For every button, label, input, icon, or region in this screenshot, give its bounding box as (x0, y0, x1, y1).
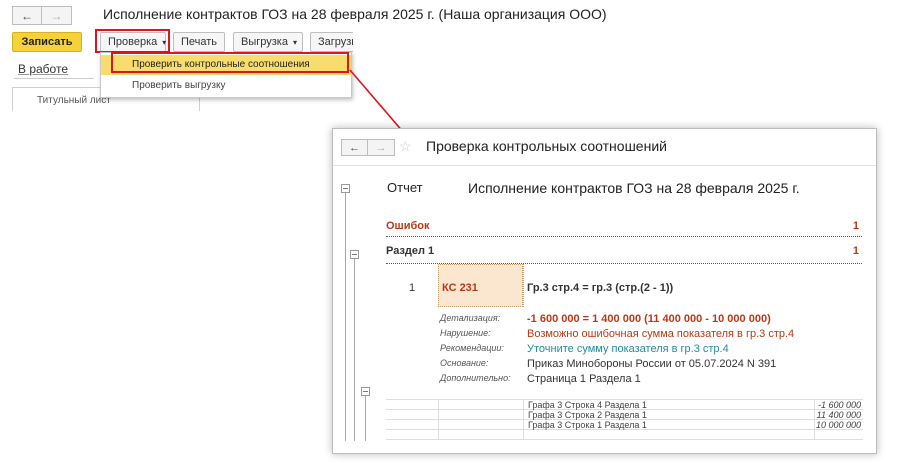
tree-line (365, 393, 366, 441)
divider (386, 236, 862, 237)
detail-value: Уточните сумму показателя в гр.3 стр.4 (527, 343, 729, 355)
row-number: 1 (409, 282, 416, 294)
errors-count: 1 (852, 220, 859, 232)
toolbar: Записать Проверка ▾ Печать Выгрузка ▾ Загр… (0, 32, 353, 52)
window-nav: ← → (341, 139, 395, 156)
detail-key: Детализация: (440, 313, 501, 323)
window-title: Проверка контрольных соотношений (426, 138, 667, 154)
divider (523, 264, 524, 307)
divider (438, 399, 439, 439)
detail-key: Нарушение: (440, 328, 491, 338)
page-title: Исполнение контрактов ГОЗ на 28 февраля … (103, 6, 607, 22)
chevron-down-icon: ▾ (292, 37, 297, 47)
table-row-value: 11 400 000 (816, 410, 861, 420)
main-nav: ← → (12, 6, 72, 25)
forward-button[interactable]: → (42, 6, 72, 25)
print-button[interactable]: Печать (173, 32, 225, 52)
tree-line (354, 257, 355, 441)
highlight-frame-menu-item (111, 52, 349, 73)
section-count: 1 (852, 245, 859, 257)
table-row-label: Графа 3 Строка 4 Раздела 1 (528, 400, 647, 410)
divider (14, 78, 94, 79)
errors-label: Ошибок (386, 220, 430, 232)
collapse-toggle-icon[interactable] (341, 184, 350, 193)
detail-value: -1 600 000 = 1 400 000 (11 400 000 - 10 … (527, 313, 771, 325)
tree-line (345, 191, 346, 441)
collapse-toggle-icon[interactable] (361, 387, 370, 396)
highlight-frame-check (95, 29, 170, 53)
detail-key: Основание: (440, 358, 489, 368)
load-button[interactable]: Загрузк (310, 32, 353, 52)
export-menu-button[interactable]: Выгрузка ▾ (233, 32, 303, 52)
collapse-toggle-icon[interactable] (350, 250, 359, 259)
favorite-star-icon[interactable]: ☆ (399, 138, 412, 155)
table-row-label: Графа 3 Строка 2 Раздела 1 (528, 410, 647, 420)
detail-value: Приказ Минобороны России от 05.07.2024 N… (527, 358, 777, 370)
table-row-value: 10 000 000 (815, 420, 861, 430)
divider (386, 439, 863, 440)
ratio-code: КС 231 (442, 282, 478, 294)
detail-key: Дополнительно: (440, 373, 511, 383)
detail-value: Страница 1 Раздела 1 (527, 373, 641, 385)
ratio-formula: Гр.3 стр.4 = гр.3 (стр.(2 - 1)) (527, 282, 674, 294)
back-button[interactable]: ← (12, 6, 42, 25)
detail-key: Рекомендации: (440, 343, 504, 353)
check-ratios-window: ← → ☆ Проверка контрольных соотношений О… (332, 128, 877, 454)
divider (523, 399, 524, 439)
report-label: Отчет (387, 180, 423, 195)
table-row-value: -1 600 000 (817, 400, 861, 410)
forward-button[interactable]: → (368, 139, 395, 156)
report-title: Исполнение контрактов ГОЗ на 28 февраля … (468, 180, 800, 196)
detail-value: Возможно ошибочная сумма показателя в гр… (527, 328, 795, 340)
back-button[interactable]: ← (341, 139, 368, 156)
divider (814, 399, 815, 439)
status-link[interactable]: В работе (18, 62, 68, 76)
save-button[interactable]: Записать (12, 32, 82, 52)
menu-item-check-export[interactable]: Проверить выгрузку (101, 76, 351, 96)
table-row-label: Графа 3 Строка 1 Раздела 1 (528, 420, 647, 430)
divider (333, 165, 876, 166)
section-label: Раздел 1 (386, 245, 435, 257)
